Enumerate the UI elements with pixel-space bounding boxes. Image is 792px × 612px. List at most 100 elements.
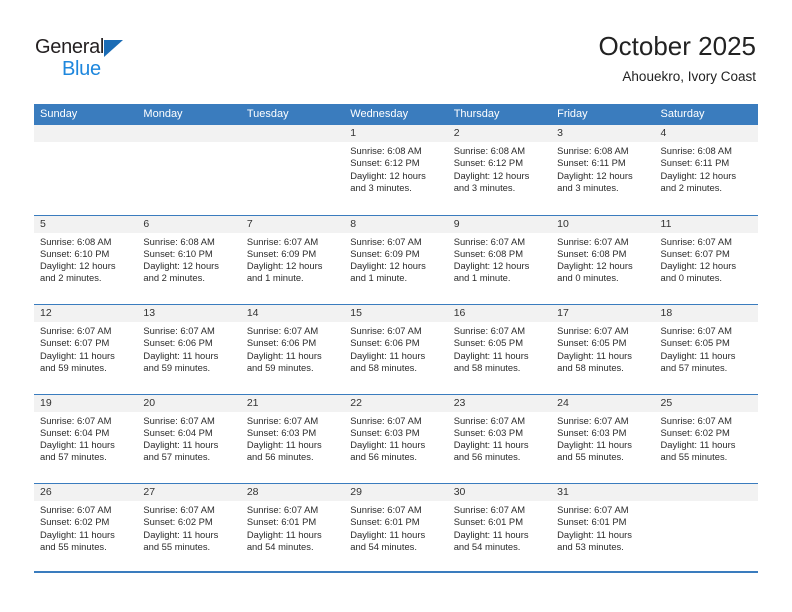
day-number [34,125,138,142]
weekday-header-wednesday: Wednesday [350,108,409,120]
day-cell[interactable]: 28 Sunrise: 6:07 AM Sunset: 6:01 PM Dayligh… [240,484,345,573]
day-cell[interactable]: 1 Sunrise: 6:08 AM Sunset: 6:12 PM Daylight… [344,125,448,215]
day-number [137,125,241,142]
day-cell[interactable]: 7 Sunrise: 6:07 AM Sunset: 6:09 PM Daylight… [240,215,345,304]
day-details: Sunrise: 6:07 AM Sunset: 6:08 PM Daylight:… [448,233,551,285]
sunset-time: Sunset: 6:09 PM [246,247,317,259]
day-cell[interactable]: 9 Sunrise: 6:07 AM Sunset: 6:08 PM Daylight… [447,215,552,304]
daylight-duration-line2: and 56 minutes. [453,451,521,463]
sunset-time: Sunset: 6:02 PM [143,516,213,528]
sunset-time: Sunset: 6:07 PM [40,337,110,349]
day-cell[interactable]: 29 Sunrise: 6:07 AM Sunset: 6:01 PM Dayligh… [344,484,448,573]
weekday-header-friday: Friday [557,108,588,120]
week-row: 12 Sunrise: 6:07 AM Sunset: 6:07 PM Dayligh… [34,304,758,394]
day-number: 6 [137,215,241,233]
day-cell[interactable]: 17 Sunrise: 6:07 AM Sunset: 6:05 PM Dayligh… [551,305,655,394]
day-cell[interactable]: 12 Sunrise: 6:07 AM Sunset: 6:07 PM Dayligh… [34,305,138,394]
day-cell[interactable]: 22 Sunrise: 6:07 AM Sunset: 6:03 PM Dayligh… [344,394,448,483]
day-cell-empty [137,125,241,215]
week-row: 19 Sunrise: 6:07 AM Sunset: 6:04 PM Dayligh… [34,393,758,483]
day-number: 19 [34,394,138,412]
sunrise-time: Sunrise: 6:07 AM [40,325,112,336]
sunrise-time: Sunrise: 6:08 AM [143,235,215,247]
day-number: 9 [447,215,552,233]
weekday-header-thursday: Thursday [453,108,500,120]
day-details: Sunrise: 6:07 AM Sunset: 6:01 PM Daylight:… [551,501,654,553]
day-cell[interactable]: 24 Sunrise: 6:07 AM Sunset: 6:03 PM Dayligh… [551,394,655,483]
daylight-duration-line2: and 54 minutes. [246,540,314,552]
sunrise-time: Sunrise: 6:07 AM [660,325,732,336]
sunset-time: Sunset: 6:08 PM [557,247,627,259]
sunrise-time: Sunrise: 6:07 AM [40,504,112,515]
daylight-duration-line2: and 0 minutes. [557,272,619,284]
sunrise-time: Sunrise: 6:08 AM [557,145,629,156]
daylight-duration-line1: Daylight: 11 hours [453,349,529,361]
day-cell[interactable]: 2 Sunrise: 6:08 AM Sunset: 6:12 PM Daylight… [447,125,552,215]
day-cell[interactable]: 26 Sunrise: 6:07 AM Sunset: 6:02 PM Dayligh… [34,484,138,573]
day-details: Sunrise: 6:07 AM Sunset: 6:02 PM Daylight:… [655,412,758,464]
day-details: Sunrise: 6:07 AM Sunset: 6:06 PM Daylight:… [241,322,344,374]
daylight-duration-line2: and 59 minutes. [143,361,211,373]
daylight-duration-line2: and 58 minutes. [557,361,624,373]
day-number: 1 [344,125,448,142]
day-details: Sunrise: 6:07 AM Sunset: 6:05 PM Daylight:… [448,322,551,374]
day-cell[interactable]: 20 Sunrise: 6:07 AM Sunset: 6:04 PM Dayligh… [137,394,241,483]
day-cell[interactable]: 13 Sunrise: 6:07 AM Sunset: 6:06 PM Dayligh… [137,305,241,394]
weekday-header-monday: Monday [143,108,183,120]
day-cell[interactable]: 25 Sunrise: 6:07 AM Sunset: 6:02 PM Dayligh… [654,394,758,483]
day-number [240,125,345,142]
day-cell[interactable]: 4 Sunrise: 6:08 AM Sunset: 6:11 PM Daylight… [654,125,758,215]
logo-triangle-icon [104,40,123,57]
generalblue-logo: General Blue [35,36,155,84]
day-cell[interactable]: 21 Sunrise: 6:07 AM Sunset: 6:03 PM Dayligh… [240,394,345,483]
daylight-duration-line2: and 59 minutes. [40,361,107,373]
week-row: 5 Sunrise: 6:08 AM Sunset: 6:10 PM Daylight… [34,214,758,304]
day-details: Sunrise: 6:08 AM Sunset: 6:11 PM Daylight:… [551,142,654,194]
day-number: 23 [447,394,552,412]
daylight-duration-line1: Daylight: 11 hours [557,349,632,361]
sunset-time: Sunset: 6:04 PM [40,426,110,438]
week-row: 26 Sunrise: 6:07 AM Sunset: 6:02 PM Dayligh… [34,483,758,573]
sunrise-time: Sunrise: 6:07 AM [453,414,526,426]
day-details: Sunrise: 6:07 AM Sunset: 6:07 PM Daylight:… [655,233,758,285]
day-cell[interactable]: 16 Sunrise: 6:07 AM Sunset: 6:05 PM Dayligh… [447,305,552,394]
day-cell[interactable]: 8 Sunrise: 6:07 AM Sunset: 6:09 PM Daylight… [344,215,448,304]
day-details: Sunrise: 6:07 AM Sunset: 6:03 PM Daylight:… [448,412,551,464]
sunrise-time: Sunrise: 6:07 AM [246,414,319,426]
day-number: 25 [654,394,758,412]
day-cell[interactable]: 31 Sunrise: 6:07 AM Sunset: 6:01 PM Dayligh… [551,484,655,573]
daylight-duration-line1: Daylight: 11 hours [143,439,219,451]
day-number: 18 [654,305,758,322]
day-cell[interactable]: 19 Sunrise: 6:07 AM Sunset: 6:04 PM Dayligh… [34,394,138,483]
daylight-duration-line1: Daylight: 11 hours [453,528,529,540]
sunset-time: Sunset: 6:08 PM [453,247,523,259]
day-details: Sunrise: 6:07 AM Sunset: 6:01 PM Daylight:… [241,501,344,553]
day-number: 8 [344,215,448,233]
day-details: Sunrise: 6:08 AM Sunset: 6:10 PM Daylight:… [137,233,240,285]
day-cell[interactable]: 30 Sunrise: 6:07 AM Sunset: 6:01 PM Dayligh… [447,484,552,573]
day-cell[interactable]: 11 Sunrise: 6:07 AM Sunset: 6:07 PM Dayligh… [654,215,758,304]
daylight-duration-line1: Daylight: 11 hours [350,528,426,540]
day-cell[interactable]: 15 Sunrise: 6:07 AM Sunset: 6:06 PM Dayligh… [344,305,448,394]
daylight-duration-line2: and 58 minutes. [453,361,521,373]
day-cell[interactable]: 23 Sunrise: 6:07 AM Sunset: 6:03 PM Dayligh… [447,394,552,483]
day-cell[interactable]: 5 Sunrise: 6:08 AM Sunset: 6:10 PM Daylight… [34,215,138,304]
daylight-duration-line2: and 55 minutes. [143,540,211,552]
day-cell[interactable]: 10 Sunrise: 6:07 AM Sunset: 6:08 PM Dayligh… [551,215,655,304]
day-cell[interactable]: 3 Sunrise: 6:08 AM Sunset: 6:11 PM Daylight… [551,125,655,215]
sunset-time: Sunset: 6:12 PM [453,157,523,169]
daylight-duration-line2: and 1 minute. [246,272,304,284]
daylight-duration-line1: Daylight: 12 hours [660,169,737,181]
day-cell[interactable]: 6 Sunrise: 6:08 AM Sunset: 6:10 PM Daylight… [137,215,241,304]
day-number: 27 [137,484,241,501]
sunrise-time: Sunrise: 6:07 AM [660,414,732,426]
weekday-header-row: Sunday Monday Tuesday Wednesday Thursday… [34,104,758,125]
day-cell[interactable]: 27 Sunrise: 6:07 AM Sunset: 6:02 PM Dayligh… [137,484,241,573]
day-cell[interactable]: 14 Sunrise: 6:07 AM Sunset: 6:06 PM Dayligh… [240,305,345,394]
weekday-header-saturday: Saturday [660,108,705,120]
sunset-time: Sunset: 6:01 PM [246,516,317,528]
daylight-duration-line2: and 55 minutes. [557,451,624,463]
sunset-time: Sunset: 6:06 PM [143,337,213,349]
day-cell[interactable]: 18 Sunrise: 6:07 AM Sunset: 6:05 PM Dayligh… [654,305,758,394]
daylight-duration-line2: and 2 minutes. [660,181,723,193]
